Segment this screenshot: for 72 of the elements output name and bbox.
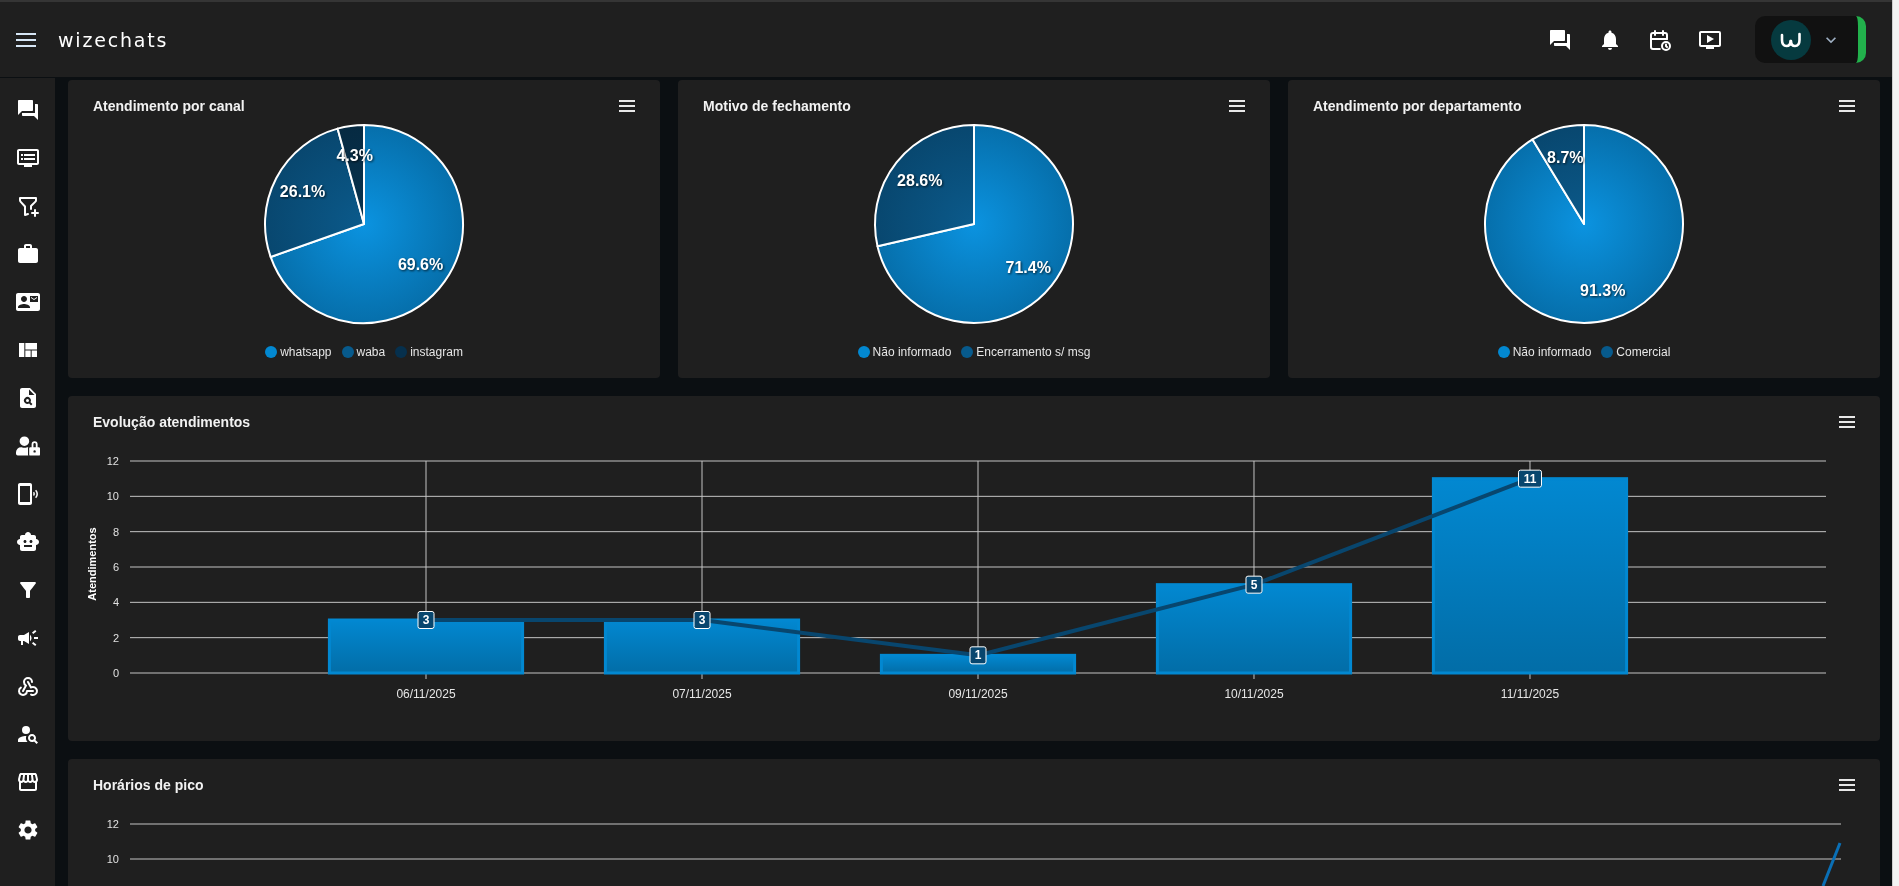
legend-marker-icon — [395, 346, 408, 358]
user-lock-icon[interactable] — [15, 434, 40, 458]
y-tick-label: 10 — [106, 490, 119, 503]
card-title: Evolução atendimentos — [93, 413, 251, 432]
menu-icon[interactable] — [1839, 416, 1855, 428]
briefcase-icon[interactable] — [15, 242, 40, 266]
card-title: Motivo de fechamento — [703, 97, 851, 116]
phone-signal-icon[interactable] — [15, 482, 40, 506]
x-tick-label: 11/11/2025 — [1500, 687, 1560, 701]
user-menu[interactable] — [1755, 16, 1866, 63]
point-marker — [1518, 469, 1542, 488]
data-label: 3 — [698, 613, 706, 627]
point-marker — [693, 611, 711, 629]
contact-card-icon[interactable] — [15, 290, 40, 314]
menu-icon[interactable] — [619, 100, 635, 112]
legend-label[interactable]: Encerramento s/ msg — [976, 344, 1091, 360]
point-marker — [969, 646, 987, 665]
menu-icon[interactable] — [1229, 100, 1245, 112]
chat-icon[interactable] — [15, 98, 40, 122]
data-label: 5 — [1250, 577, 1258, 592]
y-tick-label: 4 — [112, 596, 119, 609]
menu-icon[interactable] — [1839, 779, 1855, 791]
x-tick-label: 07/11/2025 — [672, 687, 732, 701]
card-title: Horários de pico — [93, 776, 204, 795]
y-tick-label: 10 — [106, 853, 119, 865]
data-label: 3 — [422, 613, 430, 627]
legend-marker-icon — [1497, 346, 1510, 358]
legend-marker-icon — [961, 346, 974, 358]
line-series-drawing — [1821, 842, 1842, 886]
scrollbar-track[interactable] — [1892, 0, 1899, 886]
legend-marker-icon — [1601, 346, 1614, 358]
legend-marker-icon — [341, 346, 354, 358]
monitor-icon[interactable] — [15, 146, 40, 170]
legend-label[interactable]: Não informado — [872, 344, 952, 360]
x-tick-label: 06/11/2025 — [396, 687, 456, 701]
percentage-label: 71.4% — [1005, 258, 1051, 276]
x-tick-label: 09/11/2025 — [948, 687, 1008, 701]
logo[interactable]: wizechats — [58, 27, 169, 52]
data-label: 1 — [974, 648, 982, 663]
point-marker — [417, 611, 435, 629]
legend-label[interactable]: waba — [356, 344, 386, 360]
percentage-label: 8.7% — [1547, 148, 1584, 166]
legend-label[interactable]: instagram — [410, 344, 463, 360]
legend-label[interactable]: Não informado — [1512, 344, 1592, 360]
card-title: Atendimento por departamento — [1313, 97, 1522, 116]
calendar-clock-icon[interactable] — [1648, 27, 1672, 52]
y-tick-label: 2 — [112, 631, 119, 644]
y-tick-label: 12 — [106, 818, 119, 830]
x-tick-label: 10/11/2025 — [1224, 687, 1284, 701]
percentage-label: 69.6% — [397, 255, 444, 273]
legend-marker-icon — [857, 346, 870, 358]
percentage-label: 91.3% — [1580, 282, 1626, 300]
axis-title: Atendimentos — [86, 527, 98, 601]
y-tick-label: 6 — [112, 561, 119, 573]
menu-icon[interactable] — [1839, 100, 1855, 112]
percentage-label: 26.1% — [279, 183, 326, 201]
legend-label[interactable]: whatsapp — [280, 344, 332, 360]
chat-icon[interactable] — [1548, 27, 1572, 52]
point-marker — [1245, 575, 1263, 594]
card-title: Atendimento por canal — [93, 97, 245, 116]
legend-label[interactable]: Comercial — [1616, 344, 1671, 360]
y-tick-label: 12 — [106, 455, 119, 467]
y-tick-label: 0 — [112, 667, 119, 679]
data-label: 11 — [1523, 471, 1537, 486]
legend-marker-icon — [265, 346, 278, 358]
percentage-label: 28.6% — [897, 172, 943, 190]
y-tick-label: 8 — [112, 525, 119, 538]
store-icon[interactable] — [15, 770, 40, 794]
menu-icon[interactable] — [16, 32, 36, 47]
avatar-icon — [1771, 19, 1811, 60]
webhook-icon[interactable] — [15, 674, 40, 698]
robot-icon[interactable] — [15, 530, 40, 554]
